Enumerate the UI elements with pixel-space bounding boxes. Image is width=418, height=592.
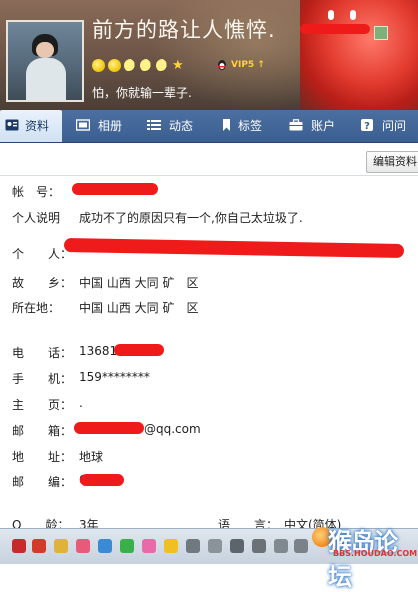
bio-label: 个人说明	[12, 211, 61, 225]
hometown-label: 故 乡：	[12, 276, 73, 290]
profile-content: 编辑资料 帐 号： 个人说明 成功不了的原因只有一个,你自己太垃圾了. 个 人：…	[0, 143, 418, 532]
location-label: 所在地：	[12, 301, 61, 315]
avatar-face	[36, 42, 54, 58]
tab-label: 标签	[238, 119, 263, 133]
qq-diamond-yellow-icon[interactable]	[164, 539, 178, 553]
heart-gray-icon[interactable]	[186, 539, 200, 553]
tab-label: 相册	[98, 119, 123, 133]
homepage-value[interactable]: .	[79, 396, 83, 410]
qq-diamond-pink-icon[interactable]	[142, 539, 156, 553]
qq-pet-icon[interactable]	[54, 539, 68, 553]
mobile-value: 159********	[79, 370, 150, 384]
edit-profile-button[interactable]: 编辑资料	[366, 151, 418, 173]
signature: 怕，你就输一辈子.	[92, 86, 192, 100]
moon-level-icon	[140, 59, 153, 72]
penguin-gray-icon[interactable]	[230, 539, 244, 553]
edit-nickname-icon[interactable]	[374, 26, 388, 40]
moon-level-icon	[124, 59, 137, 72]
qq-diamond-blue-icon[interactable]	[98, 539, 112, 553]
profile-card-icon	[5, 119, 19, 131]
briefcase-icon	[289, 119, 303, 131]
question-icon: ?	[361, 119, 373, 131]
tab-label: 账户	[311, 119, 336, 133]
tab-feed[interactable]: 动态	[147, 110, 199, 142]
address-label: 地 址：	[12, 450, 73, 464]
tab-bar: 资料 相册 动态 标签 账户 ? 问问	[0, 110, 418, 143]
phone-value: 13681	[79, 344, 118, 358]
tab-questions[interactable]: ? 问问	[360, 110, 412, 142]
heart-gray-icon[interactable]	[208, 539, 222, 553]
email-label: 邮 箱：	[12, 424, 73, 438]
email-value: @qq.com	[144, 422, 201, 436]
vip-level[interactable]: VIP5 ↑	[231, 60, 265, 70]
personal-label: 个 人：	[12, 247, 73, 261]
bookmark-icon	[223, 119, 230, 131]
bio-value: 成功不了的原因只有一个,你自己太垃圾了.	[79, 211, 303, 225]
homepage-label: 主 页：	[12, 398, 73, 412]
sun-level-icon	[92, 59, 105, 72]
account-label: 帐 号：	[12, 185, 61, 199]
qq-service-icon[interactable]	[12, 539, 26, 553]
tab-label: 资料	[25, 119, 50, 133]
divider	[0, 175, 418, 176]
level-badges[interactable]: ★	[92, 58, 184, 74]
doll-eye	[350, 10, 356, 20]
service-gray-icon[interactable]	[294, 539, 308, 553]
doll-eye	[328, 10, 334, 20]
phone-redaction	[114, 344, 164, 356]
star-level-icon: ★	[172, 58, 184, 73]
watermark-url: BBS.HOUDAO.COM	[333, 549, 418, 558]
service-gray-icon[interactable]	[274, 539, 288, 553]
moon-level-icon	[156, 59, 169, 72]
qq-penguin-icon	[218, 60, 226, 70]
tab-tags[interactable]: 标签	[220, 110, 270, 142]
mobile-label: 手 机：	[12, 372, 73, 386]
tab-account[interactable]: 账户	[289, 110, 341, 142]
account-redaction	[72, 183, 158, 195]
album-icon	[76, 119, 90, 131]
feed-list-icon	[147, 120, 161, 130]
email-redaction	[74, 422, 144, 434]
hometown-value: 中国 山西 大同 矿 区	[79, 276, 199, 290]
tab-album[interactable]: 相册	[76, 110, 128, 142]
postcode-redaction	[80, 474, 124, 486]
sun-level-icon	[108, 59, 121, 72]
location-value: 中国 山西 大同 矿 区	[79, 301, 199, 315]
header-decoration-doll	[300, 0, 418, 110]
tab-label: 问问	[382, 119, 407, 133]
svg-text:?: ?	[364, 121, 370, 131]
qq-game-icon[interactable]	[76, 539, 90, 553]
qq-show-icon[interactable]	[32, 539, 46, 553]
diamond-gray-icon[interactable]	[252, 539, 266, 553]
personal-redaction	[63, 238, 405, 258]
tab-profile[interactable]: 资料	[0, 110, 62, 142]
tab-label: 动态	[169, 119, 194, 133]
address-value: 地球	[79, 450, 104, 464]
profile-header: 前方的路让人憔悴. ★ VIP5 ↑ 怕，你就输一辈子.	[0, 0, 418, 110]
avatar[interactable]	[6, 20, 84, 102]
avatar-shirt	[26, 58, 66, 100]
qq-diamond-green-icon[interactable]	[120, 539, 134, 553]
postcode-label: 邮 编：	[12, 475, 73, 489]
phone-label: 电 话：	[12, 346, 73, 360]
nickname: 前方的路让人憔悴.	[92, 18, 276, 42]
redaction-mark	[300, 24, 370, 34]
